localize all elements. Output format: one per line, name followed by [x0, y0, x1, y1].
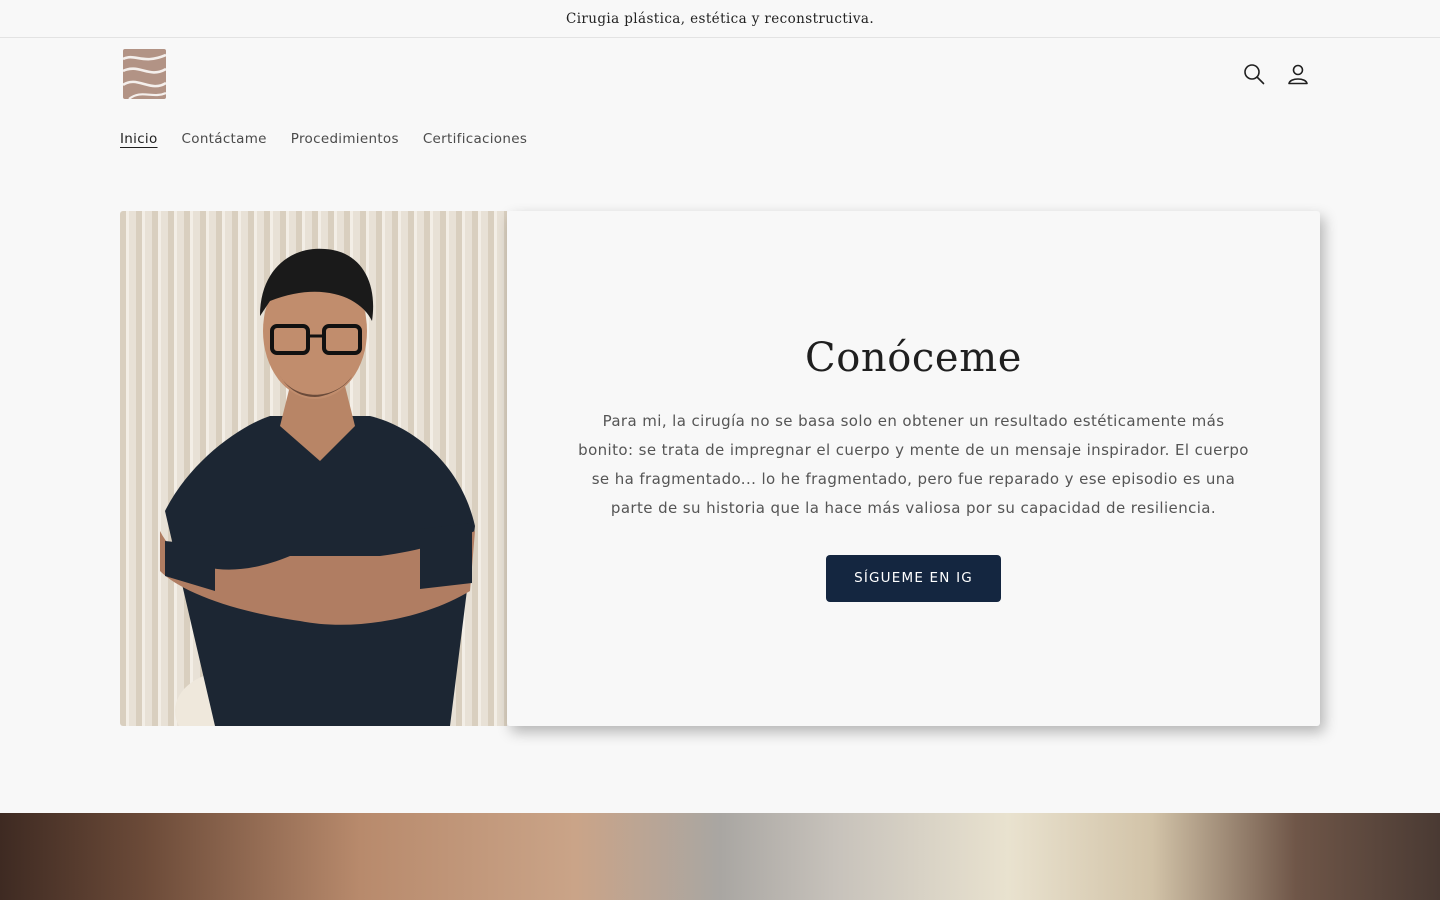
nav-item-contactame[interactable]: Contáctame	[182, 131, 267, 147]
next-section-banner-image	[0, 813, 1440, 900]
announcement-text: Cirugia plástica, estética y reconstruct…	[565, 10, 875, 27]
about-description: Para mi, la cirugía no se basa solo en o…	[578, 412, 1249, 517]
account-icon[interactable]	[1285, 61, 1311, 87]
about-card: Conóceme Para mi, la cirugía no se basa …	[507, 211, 1320, 726]
logo-icon[interactable]	[123, 49, 166, 99]
nav-item-inicio[interactable]: Inicio	[120, 131, 158, 147]
nav-item-procedimientos[interactable]: Procedimientos	[291, 131, 399, 147]
search-icon[interactable]	[1241, 61, 1267, 87]
main-nav: Inicio Contáctame Procedimientos Certifi…	[120, 131, 527, 147]
about-section: Conóceme Para mi, la cirugía no se basa …	[120, 211, 1320, 726]
follow-instagram-button[interactable]: SÍGUEME EN IG	[826, 554, 1001, 602]
site-header: Inicio Contáctame Procedimientos Certifi…	[0, 38, 1440, 178]
nav-item-certificaciones[interactable]: Certificaciones	[423, 131, 527, 147]
doctor-portrait-image	[120, 211, 507, 726]
about-title: Conóceme	[804, 335, 1022, 382]
announcement-bar: Cirugia plástica, estética y reconstruct…	[0, 0, 1440, 38]
